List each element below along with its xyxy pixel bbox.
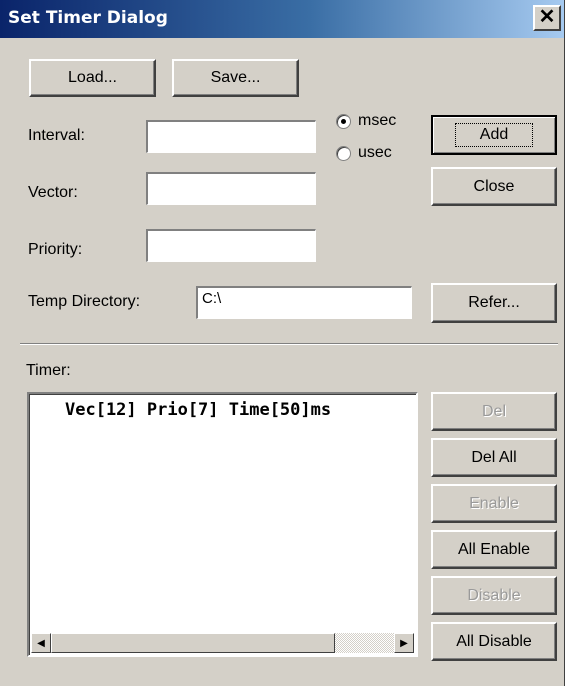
all-disable-button[interactable]: All Disable bbox=[431, 622, 557, 661]
vector-input[interactable] bbox=[146, 172, 316, 205]
all-enable-button-label: All Enable bbox=[457, 540, 531, 558]
close-button[interactable]: Close bbox=[431, 167, 557, 206]
arrow-right-icon: ▶ bbox=[400, 637, 408, 649]
add-button[interactable]: Add bbox=[431, 115, 557, 155]
timer-list[interactable]: Vec[12] Prio[7] Time[50]ms ◀ ▶ bbox=[27, 392, 418, 657]
usec-radio[interactable] bbox=[336, 146, 351, 161]
scroll-thumb[interactable] bbox=[51, 633, 335, 653]
close-window-button[interactable]: ✕ bbox=[533, 5, 561, 31]
close-button-label: Close bbox=[473, 177, 515, 195]
horizontal-scrollbar[interactable]: ◀ ▶ bbox=[31, 633, 414, 653]
load-button-label: Load... bbox=[68, 69, 117, 86]
disable-button-label: Disable bbox=[467, 586, 521, 604]
del-button[interactable]: Del bbox=[431, 392, 557, 431]
save-button[interactable]: Save... bbox=[172, 59, 299, 97]
scroll-left-button[interactable]: ◀ bbox=[31, 633, 51, 653]
list-item[interactable]: Vec[12] Prio[7] Time[50]ms bbox=[65, 400, 331, 420]
temp-directory-label: Temp Directory: bbox=[28, 293, 141, 310]
interval-label: Interval: bbox=[28, 127, 85, 144]
save-button-label: Save... bbox=[210, 69, 261, 86]
vector-label: Vector: bbox=[28, 184, 78, 201]
del-all-button-label: Del All bbox=[471, 448, 517, 466]
msec-radio[interactable] bbox=[336, 114, 351, 129]
priority-label: Priority: bbox=[28, 241, 83, 258]
interval-input[interactable] bbox=[146, 120, 316, 153]
del-button-label: Del bbox=[481, 402, 506, 420]
set-timer-dialog: Set Timer Dialog ✕ Load... Save... Inter… bbox=[0, 0, 565, 686]
scroll-track[interactable] bbox=[335, 633, 394, 653]
all-enable-button[interactable]: All Enable bbox=[431, 530, 557, 569]
refer-button-label: Refer... bbox=[468, 294, 520, 311]
title-bar[interactable]: Set Timer Dialog ✕ bbox=[0, 0, 564, 38]
add-button-label: Add bbox=[454, 123, 534, 147]
all-disable-button-label: All Disable bbox=[456, 632, 532, 650]
scroll-right-button[interactable]: ▶ bbox=[394, 633, 414, 653]
refer-button[interactable]: Refer... bbox=[431, 283, 557, 323]
load-button[interactable]: Load... bbox=[29, 59, 156, 97]
msec-label: msec bbox=[358, 112, 397, 129]
timer-label: Timer: bbox=[26, 362, 71, 379]
disable-button[interactable]: Disable bbox=[431, 576, 557, 615]
priority-input[interactable] bbox=[146, 229, 316, 262]
temp-directory-input[interactable]: C:\ bbox=[196, 286, 412, 319]
window-title: Set Timer Dialog bbox=[8, 8, 168, 28]
radio-selected-dot bbox=[341, 119, 346, 124]
close-icon: ✕ bbox=[538, 6, 556, 28]
enable-button[interactable]: Enable bbox=[431, 484, 557, 523]
usec-label: usec bbox=[358, 144, 392, 161]
separator bbox=[20, 343, 558, 345]
arrow-left-icon: ◀ bbox=[37, 637, 45, 649]
del-all-button[interactable]: Del All bbox=[431, 438, 557, 477]
enable-button-label: Enable bbox=[469, 494, 519, 512]
